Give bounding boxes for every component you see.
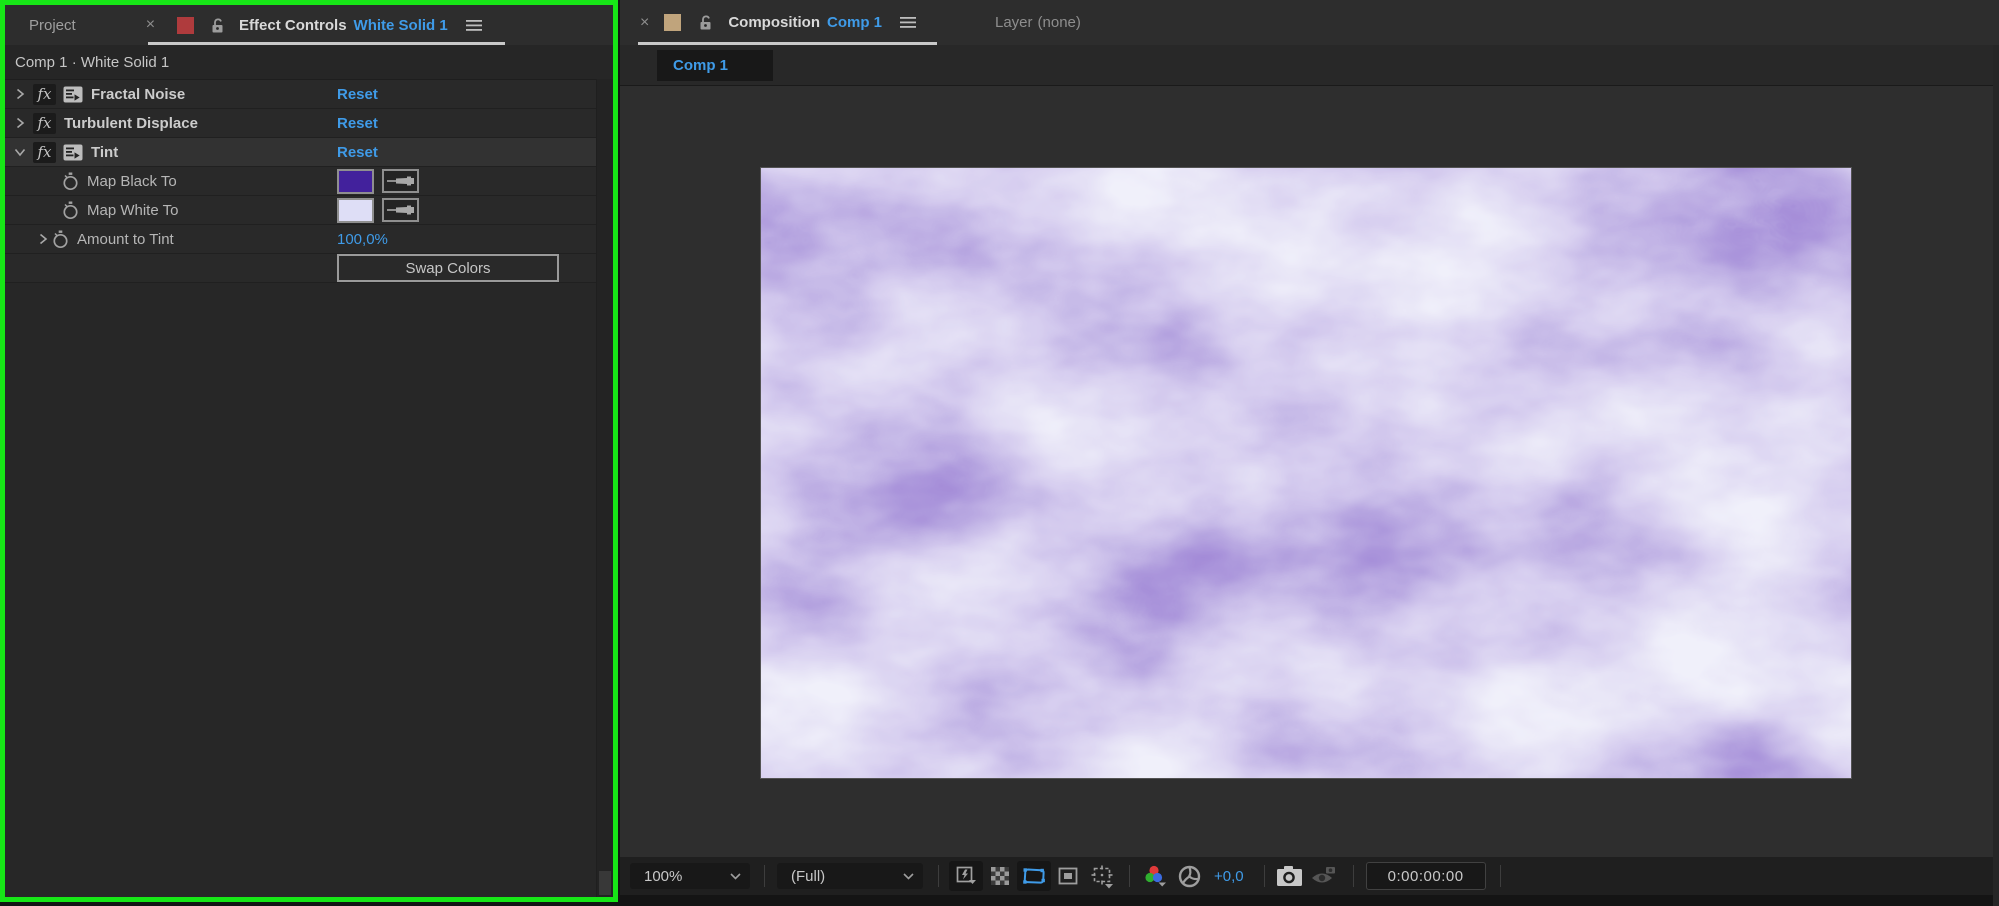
property-row-map-white-to[interactable]: Map White To [5,196,613,225]
reset-link[interactable]: Reset [337,86,378,103]
viewer-toolbar: 100% (Full) [620,857,1999,895]
composition-tabbar: × Composition Comp 1 Layer (none) [620,0,1999,45]
current-time-field[interactable]: 0:00:00:00 [1366,862,1486,890]
close-project-tab-icon[interactable]: × [146,17,155,33]
effect-name[interactable]: Fractal Noise [91,86,185,103]
show-snapshot-button[interactable] [1307,861,1341,891]
toolbar-separator [1129,865,1130,887]
fx-badge-icon: fx [33,113,56,134]
reset-exposure-button[interactable] [1172,861,1206,891]
composition-canvas-image[interactable] [761,168,1851,778]
resolution-value: (Full) [791,868,825,885]
tab-project[interactable]: Project [29,17,76,34]
active-tab-underline [148,42,505,45]
effect-name[interactable]: Turbulent Displace [64,115,198,132]
stopwatch-icon[interactable] [52,230,69,249]
toolbar-separator [764,865,765,887]
effect-controls-target-layer[interactable]: White Solid 1 [354,17,448,34]
fx-badge-icon: fx [33,84,56,105]
tab-layer[interactable]: Layer (none) [995,0,1081,45]
fast-previews-button[interactable] [949,861,983,891]
effect-name[interactable]: Tint [91,144,118,161]
panel-bottom-edge [620,895,1999,906]
effect-row-fractal-noise[interactable]: fx Fractal Noise Reset [5,80,613,109]
eyedropper-icon[interactable] [382,198,419,222]
effect-controls-empty-area [5,283,613,854]
fx-badge-icon: fx [33,142,56,163]
stopwatch-icon[interactable] [62,201,79,220]
resolution-dropdown[interactable]: (Full) [777,863,923,889]
chevron-down-icon[interactable] [13,147,27,157]
exposure-value[interactable]: +0,0 [1214,868,1244,885]
viewer-tab-strip: Comp 1 [620,45,1999,86]
effect-controls-panel: Project × Effect Controls White Solid 1 … [0,0,618,902]
unlock-icon[interactable] [697,14,714,31]
viewer-tab-label: Comp 1 [673,57,728,74]
reset-link[interactable]: Reset [337,115,378,132]
vertical-scrollbar[interactable] [596,79,613,897]
layer-tab-label: Layer [995,14,1033,31]
toolbar-separator [938,865,939,887]
magnification-dropdown[interactable]: 100% [630,863,750,889]
eyedropper-icon[interactable] [382,169,419,193]
transparency-grid-button[interactable] [983,861,1017,891]
breadcrumb-text: Comp 1 · White Solid 1 [15,54,169,71]
chevron-right-icon[interactable] [13,117,27,129]
tab-effect-controls[interactable]: Effect Controls [239,17,347,34]
unlock-icon[interactable] [209,17,226,34]
mask-path-visibility-button[interactable] [1017,861,1051,891]
layer-tab-value: (none) [1038,14,1081,31]
after-effects-window: Project × Effect Controls White Solid 1 … [0,0,1999,906]
breadcrumb: Comp 1 · White Solid 1 [5,45,613,80]
magnification-value: 100% [644,868,682,885]
chevron-right-icon[interactable] [36,233,50,245]
effect-controls-tabbar: Project × Effect Controls White Solid 1 [5,5,613,45]
map-black-color-swatch[interactable] [337,169,374,194]
amount-value[interactable]: 100,0% [337,231,388,248]
panel-color-swatch[interactable] [664,14,681,31]
tab-composition[interactable]: Composition [728,14,820,31]
map-white-color-swatch[interactable] [337,198,374,223]
chevron-down-icon [903,873,914,880]
effect-icon [63,86,83,103]
panel-right-edge [1993,45,1999,906]
region-of-interest-button[interactable] [1051,861,1085,891]
composition-panel: × Composition Comp 1 Layer (none) [620,0,1999,906]
chevron-right-icon[interactable] [13,88,27,100]
panel-color-swatch[interactable] [177,17,194,34]
snapshot-camera-button[interactable] [1273,861,1307,891]
chevron-down-icon [730,873,741,880]
effect-icon [63,144,83,161]
toolbar-separator [1500,865,1501,887]
property-row-amount-to-tint[interactable]: Amount to Tint 100,0% [5,225,613,254]
property-row-map-black-to[interactable]: Map Black To [5,167,613,196]
toolbar-separator [1353,865,1354,887]
grid-guide-options-button[interactable] [1085,861,1119,891]
toolbar-separator [1264,865,1265,887]
panel-menu-icon[interactable] [900,16,916,29]
effect-row-tint[interactable]: fx Tint Reset [5,138,613,167]
viewer-tab-comp-1[interactable]: Comp 1 [657,50,773,81]
stopwatch-icon[interactable] [62,172,79,191]
scrollbar-thumb[interactable] [599,871,611,895]
composition-target-comp[interactable]: Comp 1 [827,14,882,31]
effect-row-turbulent-displace[interactable]: fx Turbulent Displace Reset [5,109,613,138]
swap-colors-button[interactable]: Swap Colors [337,254,559,282]
close-composition-tab-icon[interactable]: × [640,15,649,31]
reset-link[interactable]: Reset [337,144,378,161]
panel-menu-icon[interactable] [466,19,482,32]
composition-viewer[interactable] [620,86,1999,857]
property-label: Amount to Tint [77,231,174,248]
property-label: Map Black To [87,173,177,190]
property-row-swap-colors: Swap Colors [5,254,613,283]
property-label: Map White To [87,202,178,219]
show-channel-button[interactable] [1138,861,1172,891]
